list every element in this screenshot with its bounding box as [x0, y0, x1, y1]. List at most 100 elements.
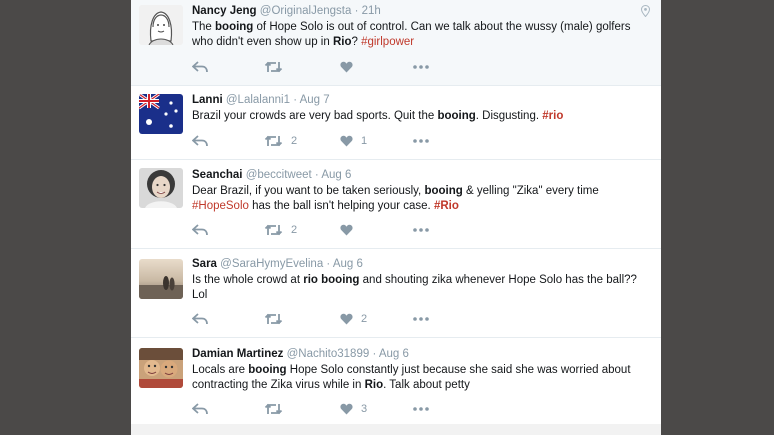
- tweet-text: Dear Brazil, if you want to be taken ser…: [192, 184, 652, 214]
- avatar[interactable]: [139, 94, 183, 134]
- keyword-highlight: booing: [437, 110, 476, 122]
- text-segment: has the ball isn't helping your case.: [248, 200, 434, 212]
- heart-icon: [340, 61, 353, 73]
- tweet-actions: 3: [192, 403, 492, 417]
- keyword-highlight: booing: [215, 21, 254, 33]
- avatar[interactable]: [139, 5, 183, 45]
- separator: ·: [293, 94, 298, 106]
- tweet-actions: 2 1: [192, 135, 492, 149]
- hashtag-link[interactable]: #HopeSolo: [192, 200, 249, 212]
- keyword-highlight: booing: [424, 185, 463, 197]
- retweet-button[interactable]: 2: [264, 224, 297, 236]
- retweet-icon: [264, 313, 283, 325]
- hashtag-link[interactable]: #girlpower: [361, 36, 414, 48]
- timestamp[interactable]: Aug 6: [379, 348, 409, 360]
- retweet-button[interactable]: 2: [264, 135, 297, 147]
- more-icon[interactable]: [412, 135, 430, 147]
- reply-icon[interactable]: [192, 224, 208, 236]
- reply-icon[interactable]: [192, 313, 208, 325]
- retweet-icon: [264, 61, 283, 73]
- tweet-timeline: Nancy Jeng @OriginalJengsta · 21h The bo…: [131, 0, 661, 424]
- text-segment: Locals are: [192, 364, 249, 376]
- tweet-text: Is the whole crowd at rio booing and sho…: [192, 273, 652, 303]
- author-name[interactable]: Damian Martinez: [192, 348, 283, 360]
- avatar[interactable]: [139, 168, 183, 208]
- keyword-highlight: booing: [248, 364, 287, 376]
- tweet-actions: 2: [192, 224, 492, 238]
- reply-icon[interactable]: [192, 135, 208, 147]
- tweet-header: Damian Martinez @Nachito31899 · Aug 6: [192, 348, 409, 360]
- text-segment: Brazil your crowds are very bad sports. …: [192, 110, 438, 122]
- tweet-item[interactable]: Seanchai @beccitweet · Aug 6 Dear Brazil…: [131, 160, 661, 249]
- tweet-item[interactable]: Damian Martinez @Nachito31899 · Aug 6 Lo…: [131, 338, 661, 424]
- heart-icon: [340, 224, 353, 236]
- retweet-button[interactable]: [264, 313, 291, 325]
- separator: ·: [372, 348, 377, 360]
- more-icon[interactable]: [412, 403, 430, 415]
- text-segment: The: [192, 21, 216, 33]
- reply-icon[interactable]: [192, 403, 208, 415]
- separator: ·: [314, 169, 319, 181]
- text-segment: Is the whole crowd at: [192, 274, 304, 286]
- text-segment: & yelling "Zika" every time: [462, 185, 599, 197]
- tweet-header: Lanni @Lalalanni1 · Aug 7: [192, 94, 330, 106]
- hashtag-link[interactable]: #Rio: [434, 200, 459, 212]
- keyword-highlight: Rio: [364, 379, 384, 391]
- author-handle[interactable]: @Nachito31899: [287, 348, 370, 360]
- text-segment: Dear Brazil, if you want to be taken ser…: [192, 185, 425, 197]
- like-count: 2: [361, 313, 368, 325]
- text-segment: . Disgusting.: [475, 110, 543, 122]
- reply-icon[interactable]: [192, 61, 208, 73]
- author-name[interactable]: Nancy Jeng: [192, 5, 257, 17]
- separator: ·: [354, 5, 359, 17]
- tweet-header: Seanchai @beccitweet · Aug 6: [192, 169, 351, 181]
- timestamp[interactable]: Aug 6: [321, 169, 351, 181]
- tweet-item[interactable]: Nancy Jeng @OriginalJengsta · 21h The bo…: [131, 0, 661, 86]
- more-icon[interactable]: [412, 224, 430, 236]
- avatar[interactable]: [139, 259, 183, 299]
- heart-icon: [340, 135, 353, 147]
- keyword-highlight: Rio: [332, 36, 352, 48]
- heart-icon: [340, 403, 353, 415]
- tweet-header: Sara @SaraHymyEvelina · Aug 6: [192, 258, 363, 270]
- text-segment: ?: [351, 36, 362, 48]
- retweet-icon: [264, 224, 283, 236]
- retweet-icon: [264, 403, 283, 415]
- like-count: 3: [361, 403, 368, 415]
- hashtag-link[interactable]: #rio: [542, 110, 563, 122]
- avatar[interactable]: [139, 348, 183, 388]
- author-handle[interactable]: @Lalalanni1: [226, 94, 290, 106]
- like-count: 1: [361, 135, 368, 147]
- tweet-actions: [192, 61, 492, 75]
- timestamp[interactable]: Aug 6: [333, 258, 363, 270]
- retweet-count: 2: [291, 224, 298, 236]
- like-button[interactable]: [340, 61, 361, 73]
- separator: ·: [326, 258, 331, 270]
- bottom-strip: [131, 424, 661, 435]
- like-button[interactable]: [340, 224, 361, 236]
- author-name[interactable]: Lanni: [192, 94, 223, 106]
- author-name[interactable]: Sara: [192, 258, 217, 270]
- tweet-text: Brazil your crowds are very bad sports. …: [192, 109, 652, 124]
- tweet-text: Locals are booing Hope Solo constantly j…: [192, 363, 652, 393]
- tweet-actions: 2: [192, 313, 492, 327]
- author-name[interactable]: Seanchai: [192, 169, 243, 181]
- more-icon[interactable]: [412, 61, 430, 73]
- retweet-icon: [264, 135, 283, 147]
- retweet-button[interactable]: [264, 403, 291, 415]
- timestamp[interactable]: 21h: [362, 5, 381, 17]
- tweet-header: Nancy Jeng @OriginalJengsta · 21h: [192, 5, 381, 17]
- keyword-highlight: rio booing: [303, 274, 360, 286]
- more-icon[interactable]: [412, 313, 430, 325]
- like-button[interactable]: 3: [340, 403, 367, 415]
- author-handle[interactable]: @OriginalJengsta: [260, 5, 352, 17]
- retweet-button[interactable]: [264, 61, 291, 73]
- timestamp[interactable]: Aug 7: [300, 94, 330, 106]
- like-button[interactable]: 1: [340, 135, 367, 147]
- tweet-item[interactable]: Sara @SaraHymyEvelina · Aug 6 Is the who…: [131, 249, 661, 338]
- author-handle[interactable]: @SaraHymyEvelina: [220, 258, 323, 270]
- retweet-count: 2: [291, 135, 298, 147]
- author-handle[interactable]: @beccitweet: [246, 169, 312, 181]
- tweet-item[interactable]: Lanni @Lalalanni1 · Aug 7 Brazil your cr…: [131, 86, 661, 160]
- like-button[interactable]: 2: [340, 313, 367, 325]
